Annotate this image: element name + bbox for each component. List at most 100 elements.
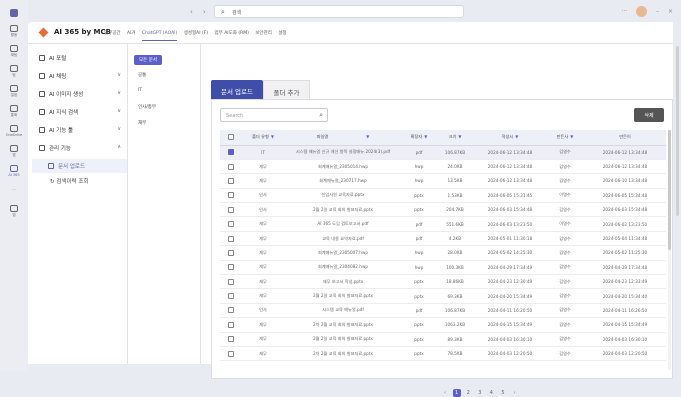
menu-ai-image[interactable]: AI 이미지 생성 ∨ (39, 90, 121, 98)
tab-workspace[interactable]: 업무공간 (104, 31, 121, 36)
category-item[interactable]: 인사/총무 (138, 104, 156, 110)
filter-icon[interactable]: ▼ (424, 134, 427, 139)
filter-icon[interactable]: ▼ (366, 134, 369, 139)
page-button-current[interactable]: 1 (452, 389, 461, 397)
table-row[interactable]: 인사 신입사원 교육자료.pptx pptx 1.53KB 2024-06-05 15:… (220, 188, 666, 204)
row-checkbox[interactable] (220, 274, 242, 290)
cell-filename[interactable]: 시스템 매뉴얼 신규 개선 항목 설정매뉴.2024(3).pdf (284, 145, 402, 160)
tab-chatgpt[interactable]: ChatGPT (AOAI) (141, 31, 178, 41)
window-scrollbar[interactable] (676, 46, 679, 216)
rail-item-store[interactable]: 앱 (0, 205, 28, 218)
menu-doc-upload[interactable]: 문서 업로드 (32, 159, 127, 173)
menu-ai-portal[interactable]: AI 포털 (39, 54, 121, 62)
tab-genai[interactable]: 생성형AI (F) (184, 31, 208, 36)
scrollbar-thumb[interactable] (668, 130, 671, 250)
doc-search-input[interactable]: Search ⌕ (220, 108, 328, 122)
row-checkbox[interactable] (220, 260, 242, 276)
category-item[interactable]: 재무 (138, 120, 146, 126)
filter-icon[interactable]: ▼ (515, 134, 518, 139)
page-button[interactable]: 2 (464, 390, 472, 396)
table-row[interactable]: 재무 교육 내용 요약자료.pdf pdf 4.2KB 2024-05-01 11:30… (220, 231, 666, 247)
row-checkbox[interactable] (220, 231, 242, 247)
menu-search-history[interactable]: ↻ 검색이력 조회 (50, 177, 132, 185)
tab-ai[interactable]: AI거 (127, 31, 136, 36)
page-button[interactable]: 4 (487, 390, 495, 396)
cell-filename[interactable]: 신입사원 교육자료.pptx (284, 188, 402, 204)
menu-ai-tools[interactable]: AI 기능 툴 ∨ (39, 126, 121, 134)
tab-security[interactable]: 보안관리 (255, 31, 272, 36)
row-checkbox[interactable] (220, 346, 242, 362)
row-checkbox[interactable] (220, 202, 242, 218)
table-scrollbar[interactable] (668, 130, 671, 370)
row-checkbox[interactable] (220, 288, 242, 304)
row-checkbox[interactable] (220, 317, 242, 333)
forward-icon[interactable]: › (203, 8, 206, 16)
rail-item-chat[interactable]: 채팅 (0, 45, 28, 58)
row-checkbox[interactable] (220, 145, 242, 160)
table-row[interactable]: 재무 회계매뉴얼_230717.hwp hwp 13.5KB 2024-06-12 13… (220, 173, 666, 189)
tab-doc-upload[interactable]: 문서 업로드 (211, 80, 263, 99)
row-checkbox[interactable] (220, 216, 242, 232)
table-row[interactable]: 재무 회계매뉴얼_2305007.hwp hwp 28.0KB 2024-05-02 1… (220, 245, 666, 261)
table-row[interactable]: IT 시스템 매뉴얼 신규 개선 항목 설정매뉴.2024(3).pdf pdf 10… (220, 145, 666, 160)
menu-admin[interactable]: 관리 기능 ∧ (39, 144, 121, 152)
tab-folder-add[interactable]: 폴더 추가 (263, 80, 310, 99)
cell-filename[interactable]: 2차 2월 교육 회의 발표자료.pptx (284, 317, 402, 333)
rail-item-onedrive[interactable]: OneDrive (0, 125, 28, 137)
menu-ai-search[interactable]: AI 지식 검색 ∨ (39, 108, 121, 116)
row-checkbox[interactable] (220, 188, 242, 204)
more-options-icon[interactable]: ··· (621, 8, 627, 15)
row-checkbox[interactable] (220, 245, 242, 261)
rail-item-calls[interactable]: 통화 (0, 105, 28, 118)
global-search-input[interactable]: ⌕ 검색 (214, 5, 464, 18)
col-creator[interactable]: 만든사 ▼ (546, 130, 584, 146)
close-button[interactable]: × (668, 8, 673, 15)
table-row[interactable]: 재무 2월 2일 교육 회의 발표자료.pptx pptx 89.3KB 2024-04… (220, 332, 666, 347)
cell-filename[interactable]: 시스템 교육 매뉴얼.pdf (284, 303, 402, 319)
row-checkbox[interactable] (220, 159, 242, 175)
rail-item-apps[interactable]: 앱 (0, 145, 28, 158)
table-row[interactable]: 재무 2월 2일 교육 회의 발표자료.pptx pptx 69.3KB 2024-04… (220, 288, 666, 304)
cell-filename[interactable]: 2차 2월 교육 회의 발표자료.pptx (284, 346, 402, 362)
table-row[interactable]: 재무 재무 보고서 작성.pptx pptx 18.86KB 2024-04-23 12… (220, 274, 666, 290)
category-item[interactable]: IT (138, 88, 142, 93)
page-button[interactable]: 3 (476, 390, 484, 396)
rail-item-ai365[interactable]: AI 365 (0, 165, 28, 177)
table-row[interactable]: 재무 2차 2월 교육 회의 발표자료.pptx pptx 78.5KB 2024-04… (220, 346, 666, 362)
table-row[interactable]: 인사 시스템 교육 매뉴얼.pdf pdf 106.87KB 2024-04-11 16… (220, 303, 666, 319)
col-filename[interactable]: 파일명 ▼ (284, 130, 402, 146)
page-button[interactable]: 5 (499, 390, 507, 396)
cell-filename[interactable]: 회계매뉴얼_2304082.hwp (284, 260, 402, 276)
rail-item-more[interactable]: ··· (0, 188, 28, 192)
table-row[interactable]: 인사 2월 2일 교육 회의 발표자료.pptx pptx 204.7KB 2024-0… (220, 202, 666, 218)
cell-filename[interactable]: 2월 2일 교육 회의 발표자료.pptx (284, 332, 402, 347)
cell-filename[interactable]: 2월 2일 교육 회의 발표자료.pptx (284, 288, 402, 304)
col-extension[interactable]: 확장자 ▼ (402, 130, 436, 146)
table-row[interactable]: 재무 회계매뉴얼_2304082.hwp hwp 100.3KB 2024-04-29 … (220, 260, 666, 276)
cell-filename[interactable]: 회계매뉴얼_2305014.hwp (284, 159, 402, 175)
cell-filename[interactable]: 교육 내용 요약자료.pdf (284, 231, 402, 247)
filter-icon[interactable]: ▼ (570, 134, 573, 139)
col-folder-type[interactable]: 폴더 유형 ▼ (242, 130, 284, 146)
tab-settings[interactable]: 설정 (278, 31, 286, 36)
delete-button[interactable]: 삭제 (634, 108, 664, 122)
rail-item-activity[interactable]: 활동 (0, 25, 28, 38)
tab-rm[interactable]: 업무 AI도화 (RM) (215, 31, 249, 36)
rail-item-teams[interactable]: 팀 (0, 65, 28, 78)
select-all-checkbox[interactable] (220, 130, 242, 146)
col-created-at[interactable]: 작성시 ▼ (474, 130, 546, 146)
back-icon[interactable]: ‹ (190, 8, 193, 16)
rail-item-calendar[interactable]: 일정 (0, 85, 28, 98)
cell-filename[interactable]: 재무 보고서 작성.pptx (284, 274, 402, 290)
minimize-button[interactable]: – (656, 8, 659, 15)
category-all-button[interactable]: 모든 문서 (134, 55, 162, 65)
row-checkbox[interactable] (220, 332, 242, 347)
menu-ai-chat[interactable]: AI 채팅 ∨ (39, 72, 121, 80)
table-row[interactable]: 재무 2차 2월 교육 회의 발표자료.pptx pptx 1063.2KB 2024-… (220, 317, 666, 333)
prev-page-button[interactable]: ‹ (441, 390, 449, 396)
cell-filename[interactable]: 2월 2일 교육 회의 발표자료.pptx (284, 202, 402, 218)
next-page-button[interactable]: › (511, 390, 519, 396)
col-author[interactable]: 만든이 (584, 130, 666, 146)
row-checkbox[interactable] (220, 303, 242, 319)
avatar[interactable] (636, 6, 648, 17)
